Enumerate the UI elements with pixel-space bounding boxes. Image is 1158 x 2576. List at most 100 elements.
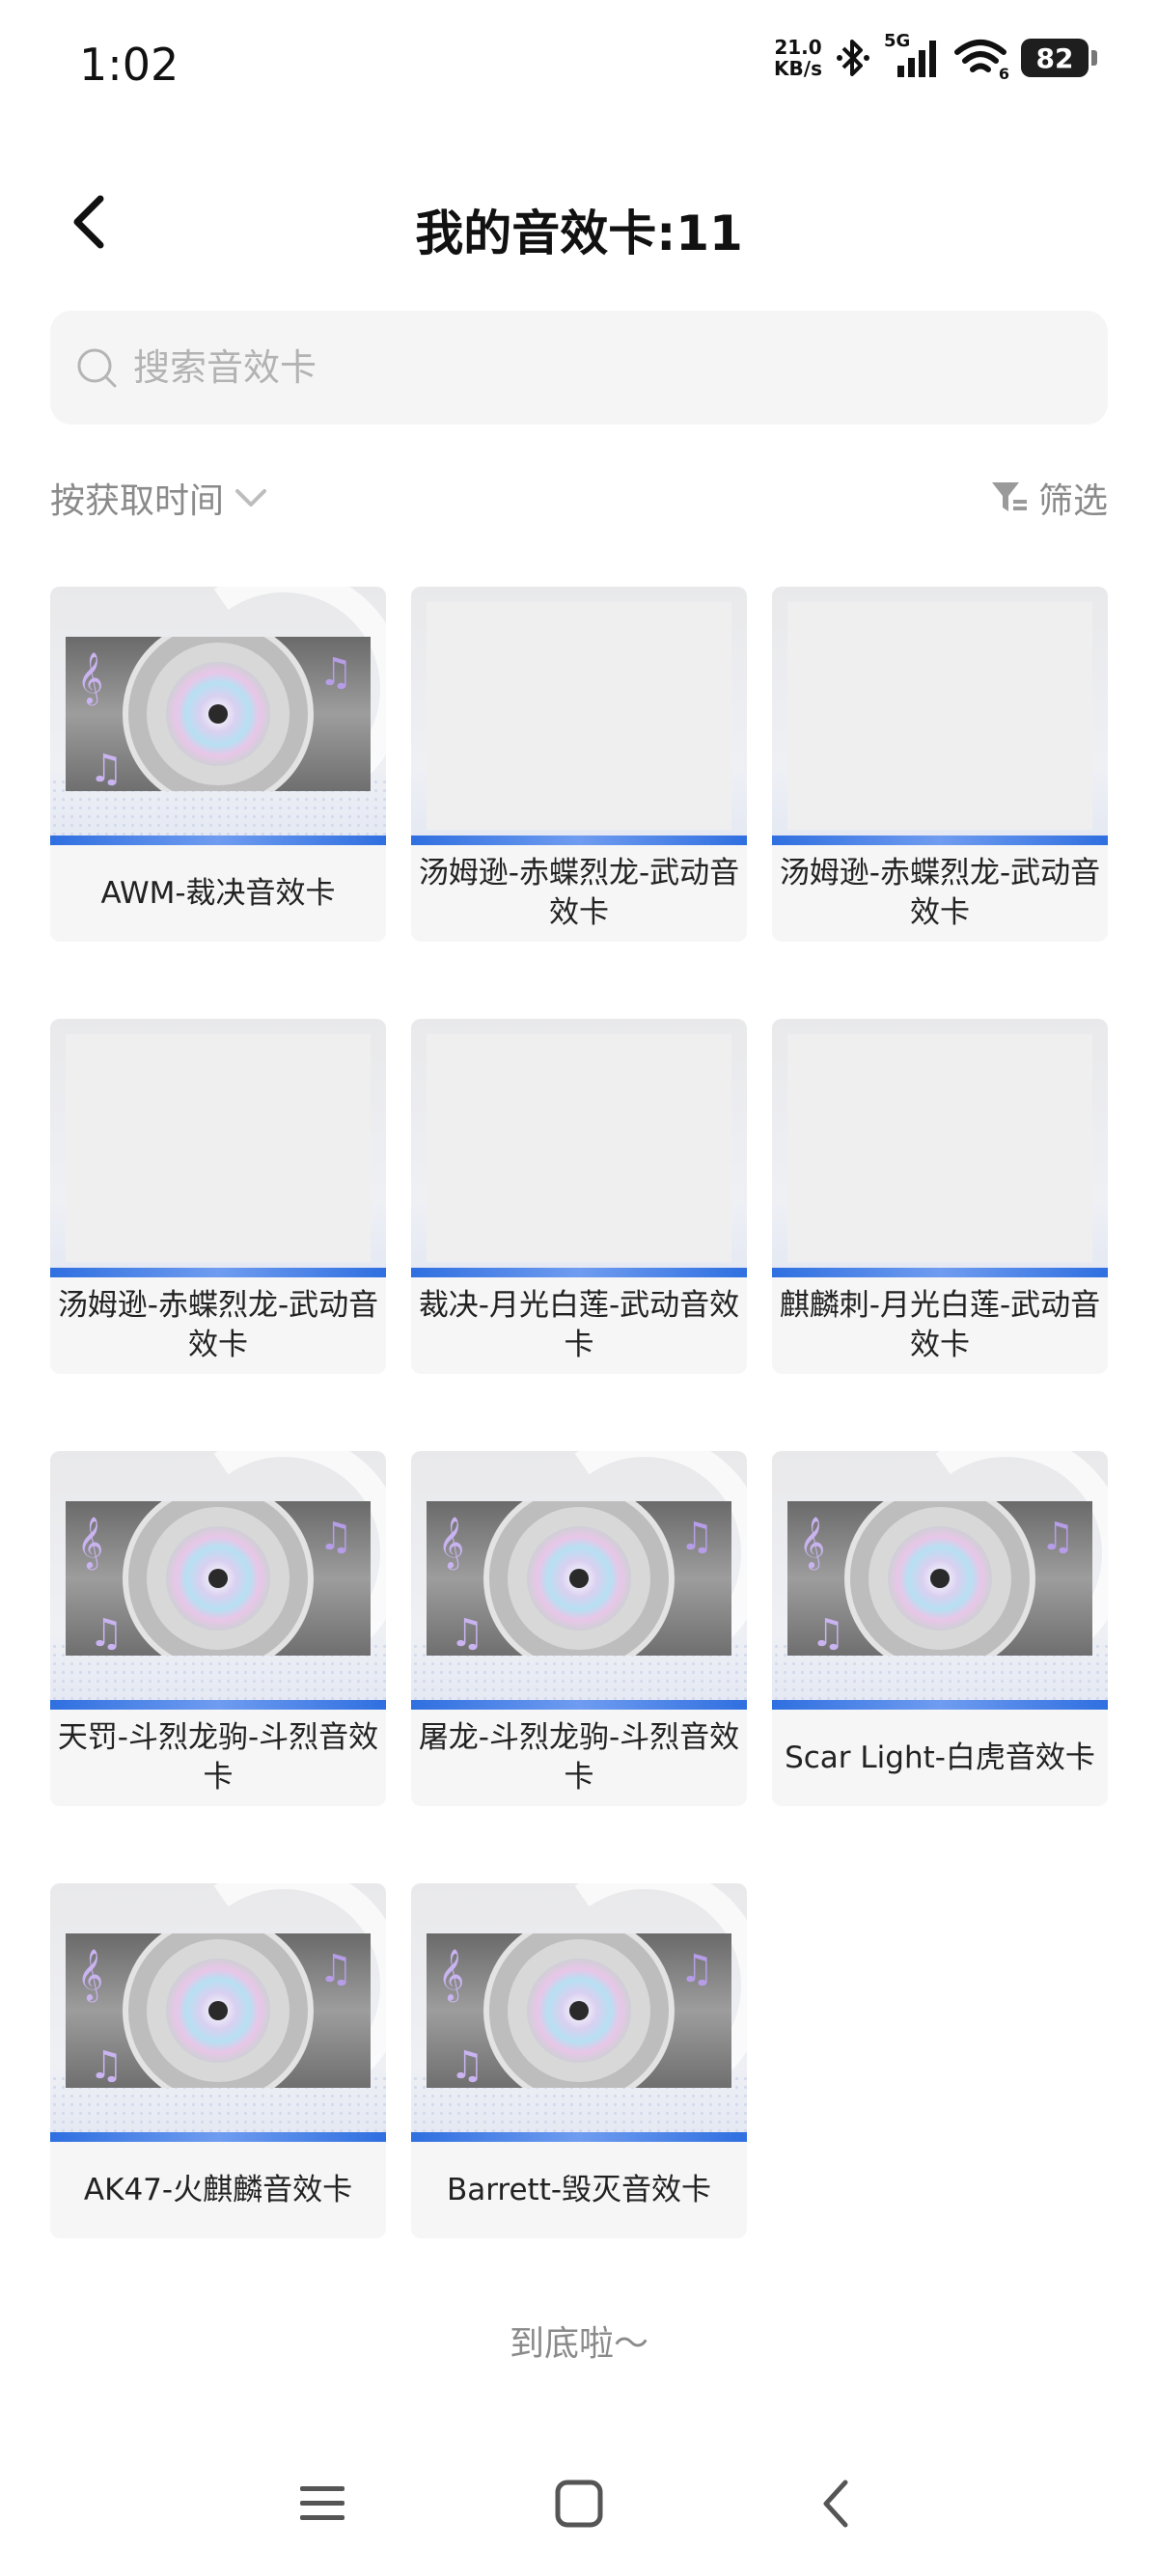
search-bar[interactable] xyxy=(50,311,1108,425)
nav-back-button[interactable] xyxy=(797,2470,874,2537)
page-title: 我的音效卡:11 xyxy=(415,206,743,261)
network-speed-unit: KB/s xyxy=(774,57,822,80)
svg-text:♫: ♫ xyxy=(318,650,353,695)
wifi-icon: 6 xyxy=(953,35,1009,83)
sound-card[interactable]: 𝄞 ♫ ♫ AWM-裁决音效卡 xyxy=(50,587,386,942)
network-speed: 21.0 KB/s xyxy=(774,37,822,79)
card-label: 麒麟刺-月光白莲-武动音效卡 xyxy=(779,1288,1101,1362)
card-thumbnail: 𝄞 ♫ ♫ xyxy=(50,1883,386,2142)
svg-text:♫: ♫ xyxy=(811,1611,845,1656)
nav-menu-button[interactable] xyxy=(284,2470,361,2537)
card-thumbnail: 𝄞 ♫ ♫ xyxy=(772,1451,1108,1710)
battery-indicator: 82 xyxy=(1021,39,1097,77)
sound-card[interactable]: 𝄞 ♫ ♫ 天罚-斗烈龙驹-斗烈音效卡 xyxy=(50,1451,386,1806)
card-accent-line xyxy=(411,836,747,845)
home-square-icon xyxy=(555,2480,603,2528)
search-input[interactable] xyxy=(131,345,1004,390)
svg-text:♫: ♫ xyxy=(89,1611,124,1656)
status-time: 1:02 xyxy=(79,39,179,91)
svg-text:𝄞: 𝄞 xyxy=(77,1516,103,1570)
card-image-placeholder xyxy=(427,602,731,830)
sound-card[interactable]: 𝄞 ♫ ♫ AK47-火麒麟音效卡 xyxy=(50,1883,386,2238)
sound-card[interactable]: 𝄞 ♫ ♫ 屠龙-斗烈龙驹-斗烈音效卡 xyxy=(411,1451,747,1806)
sound-card[interactable]: 𝄞 ♫ ♫ Scar Light-白虎音效卡 xyxy=(772,1451,1108,1806)
card-thumbnail: 𝄞 ♫ ♫ xyxy=(50,1451,386,1710)
filter-label: 筛选 xyxy=(1037,481,1108,521)
card-thumbnail: 𝄞 ♫ ♫ xyxy=(411,1451,747,1710)
svg-text:♫: ♫ xyxy=(318,1947,353,1991)
svg-text:♫: ♫ xyxy=(89,747,124,791)
sound-card[interactable]: 裁决-月光白莲-武动音效卡 xyxy=(411,1019,747,1374)
disc-artwork: 𝄞 ♫ ♫ xyxy=(787,1501,1092,1656)
sound-card[interactable]: 汤姆逊-赤蝶烈龙-武动音效卡 xyxy=(411,587,747,942)
card-thumbnail xyxy=(411,1019,747,1277)
search-icon xyxy=(73,344,120,391)
svg-text:♫: ♫ xyxy=(318,1515,353,1559)
card-label: AK47-火麒麟音效卡 xyxy=(83,2172,353,2207)
card-accent-line xyxy=(772,1268,1108,1277)
nav-home-button[interactable] xyxy=(540,2470,618,2537)
card-accent-line xyxy=(411,1700,747,1710)
disc-artwork: 𝄞 ♫ ♫ xyxy=(427,1501,731,1656)
svg-text:𝄞: 𝄞 xyxy=(799,1516,825,1570)
card-label: 屠龙-斗烈龙驹-斗烈音效卡 xyxy=(418,1720,740,1795)
chevron-down-icon xyxy=(235,489,267,507)
system-nav-bar xyxy=(0,2451,1158,2557)
card-label: Scar Light-白虎音效卡 xyxy=(785,1740,1095,1775)
card-thumbnail xyxy=(411,587,747,845)
svg-text:♫: ♫ xyxy=(450,2043,484,2088)
disc-artwork: 𝄞 ♫ ♫ xyxy=(66,1501,371,1656)
svg-text:𝄞: 𝄞 xyxy=(77,651,103,705)
card-image-placeholder xyxy=(66,1034,371,1262)
svg-text:♫: ♫ xyxy=(679,1515,714,1559)
bluetooth-icon xyxy=(837,40,869,76)
card-accent-line xyxy=(411,1268,747,1277)
sound-card[interactable]: 汤姆逊-赤蝶烈龙-武动音效卡 xyxy=(772,587,1108,942)
card-label: 裁决-月光白莲-武动音效卡 xyxy=(418,1288,740,1362)
card-accent-line xyxy=(772,1700,1108,1710)
back-chevron-icon xyxy=(823,2480,848,2528)
end-of-list-text: 到底啦～ xyxy=(509,2324,648,2364)
sound-card[interactable]: 汤姆逊-赤蝶烈龙-武动音效卡 xyxy=(50,1019,386,1374)
card-accent-line xyxy=(50,2132,386,2142)
wifi-badge: 6 xyxy=(998,65,1009,83)
filter-button[interactable]: 筛选 xyxy=(990,473,1108,523)
card-thumbnail xyxy=(772,1019,1108,1277)
svg-text:♫: ♫ xyxy=(679,1947,714,1991)
disc-artwork: 𝄞 ♫ ♫ xyxy=(427,1933,731,2088)
card-accent-line xyxy=(50,836,386,845)
svg-text:♫: ♫ xyxy=(89,2043,124,2088)
svg-text:♫: ♫ xyxy=(450,1611,484,1656)
card-image-placeholder xyxy=(787,1034,1092,1262)
filter-icon xyxy=(991,482,1027,511)
card-thumbnail: 𝄞 ♫ ♫ xyxy=(50,587,386,845)
card-label: 汤姆逊-赤蝶烈龙-武动音效卡 xyxy=(418,856,740,930)
sound-card[interactable]: 麒麟刺-月光白莲-武动音效卡 xyxy=(772,1019,1108,1374)
card-accent-line xyxy=(50,1700,386,1710)
status-bar: 1:02 21.0 KB/s 5G 6 82 xyxy=(0,0,1158,135)
svg-text:𝄞: 𝄞 xyxy=(77,1948,103,2002)
disc-artwork: 𝄞 ♫ ♫ xyxy=(66,637,371,791)
card-thumbnail xyxy=(772,587,1108,845)
disc-artwork: 𝄞 ♫ ♫ xyxy=(66,1933,371,2088)
svg-text:𝄞: 𝄞 xyxy=(438,1516,464,1570)
cell-signal-icon: 5G xyxy=(884,31,940,81)
menu-icon xyxy=(300,2486,345,2520)
sort-label: 按获取时间 xyxy=(50,481,225,521)
card-label: 汤姆逊-赤蝶烈龙-武动音效卡 xyxy=(57,1288,379,1362)
sort-filter-row: 按获取时间 筛选 xyxy=(50,473,1108,531)
card-label: 天罚-斗烈龙驹-斗烈音效卡 xyxy=(57,1720,379,1795)
card-image-placeholder xyxy=(427,1034,731,1262)
card-label: Barrett-毁灭音效卡 xyxy=(446,2172,712,2207)
svg-text:𝄞: 𝄞 xyxy=(438,1948,464,2002)
card-accent-line xyxy=(411,2132,747,2142)
card-label: 汤姆逊-赤蝶烈龙-武动音效卡 xyxy=(779,856,1101,930)
status-icons: 21.0 KB/s 5G 6 82 xyxy=(774,31,1097,83)
sound-card[interactable]: 𝄞 ♫ ♫ Barrett-毁灭音效卡 xyxy=(411,1883,747,2238)
sort-dropdown[interactable]: 按获取时间 xyxy=(50,473,270,523)
svg-text:♫: ♫ xyxy=(1040,1515,1075,1559)
header: 我的音效卡:11 xyxy=(0,174,1158,270)
card-label: AWM-裁决音效卡 xyxy=(100,875,336,911)
card-accent-line xyxy=(772,836,1108,845)
card-accent-line xyxy=(50,1268,386,1277)
